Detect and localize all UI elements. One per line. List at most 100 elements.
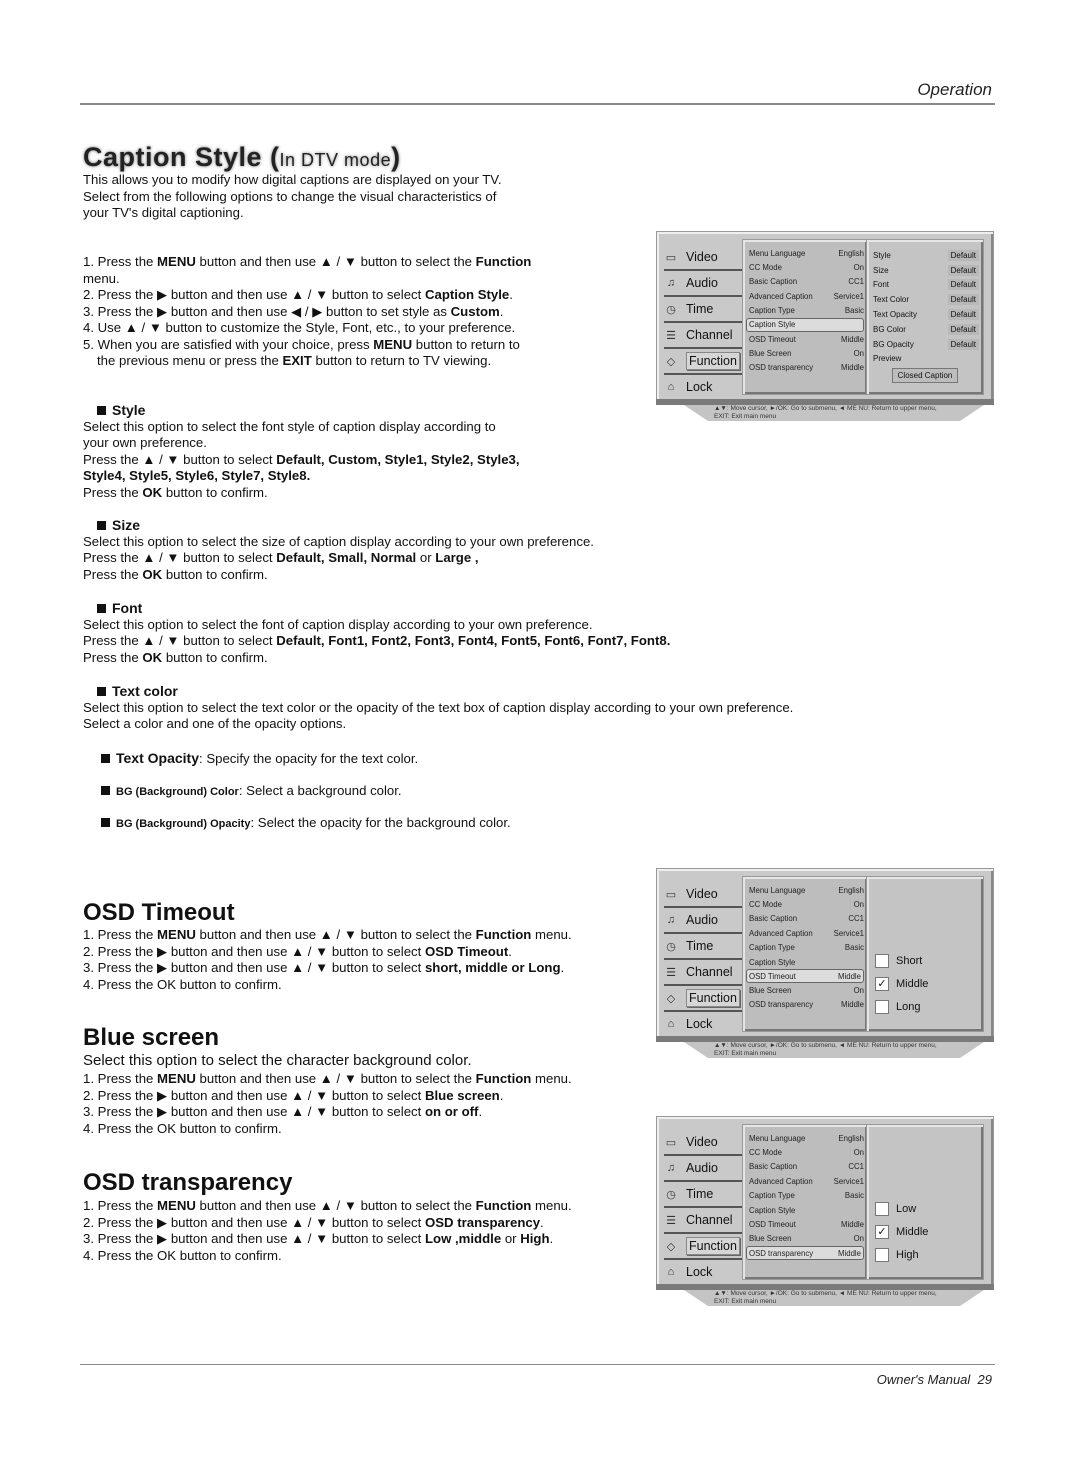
paren-close: ): [391, 142, 401, 172]
category-video[interactable]: ▭ Video: [664, 245, 744, 271]
option-short[interactable]: Short: [867, 949, 983, 972]
bullet-square-icon: [101, 786, 110, 795]
step-bold: Function: [475, 927, 532, 942]
step-bold: Blue screen: [424, 1087, 500, 1103]
caption-prop[interactable]: Font Default: [867, 278, 983, 293]
submenu-item[interactable]: OSD Timeout Middle: [743, 332, 867, 346]
option-label: Low: [896, 1202, 917, 1215]
submenu-item[interactable]: Advanced Caption Service1: [743, 1174, 867, 1188]
option-high[interactable]: High: [867, 1243, 983, 1266]
submenu-item[interactable]: CC Mode On: [743, 897, 867, 911]
submenu-item[interactable]: Basic Caption CC1: [743, 275, 867, 289]
music-note-icon: ♫: [666, 914, 676, 926]
checkbox-checked-icon[interactable]: ✓: [875, 976, 889, 991]
item-label: Menu Language: [749, 248, 806, 258]
category-time[interactable]: ◷ Time: [664, 297, 744, 323]
category-function[interactable]: ◇ Function: [664, 986, 744, 1012]
category-video[interactable]: ▭ Video: [664, 882, 744, 908]
step-text: 4. Press the OK button to confirm.: [83, 1120, 282, 1136]
submenu-item[interactable]: Advanced Caption Service1: [743, 289, 867, 303]
submenu-item[interactable]: OSD Timeout Middle: [743, 1217, 867, 1231]
caption-prop[interactable]: Style Default: [867, 248, 983, 263]
item-value: On: [853, 1148, 864, 1158]
submenu-item[interactable]: Caption Style: [743, 1203, 867, 1217]
checkbox-checked-icon[interactable]: ✓: [875, 1224, 889, 1239]
submenu-item[interactable]: Menu Language English: [743, 246, 867, 260]
category-channel[interactable]: ☰ Channel: [664, 960, 744, 986]
submenu-item[interactable]: Caption Type Basic: [743, 1189, 867, 1203]
option-middle[interactable]: ✓ Middle: [867, 972, 983, 995]
submenu-item[interactable]: OSD transparency Middle: [746, 1246, 864, 1261]
submenu-item[interactable]: Menu Language English: [743, 883, 867, 897]
bullet-square-icon: [97, 521, 106, 530]
caption-prop[interactable]: BG Color Default: [867, 322, 983, 337]
desc-line: Select a color and one of the opacity op…: [83, 716, 347, 731]
checkbox[interactable]: [875, 1247, 889, 1262]
submenu-item[interactable]: Caption Style: [746, 317, 864, 332]
option-low[interactable]: Low: [867, 1197, 983, 1220]
item-value: Service1: [833, 291, 864, 301]
submenu-item[interactable]: OSD transparency Middle: [743, 998, 867, 1012]
caption-prop[interactable]: Text Color Default: [867, 292, 983, 307]
submenu-item[interactable]: Advanced Caption Service1: [743, 926, 867, 940]
category-time[interactable]: ◷ Time: [664, 934, 744, 960]
step-text: .: [549, 1231, 554, 1246]
category-function[interactable]: ◇ Function: [664, 349, 744, 375]
category-channel[interactable]: ☰ Channel: [664, 1208, 744, 1234]
checkbox[interactable]: [875, 1201, 889, 1216]
submenu-item[interactable]: CC Mode On: [743, 260, 867, 274]
step-bold: OSD transparency: [424, 1214, 541, 1230]
submenu-item[interactable]: OSD transparency Middle: [743, 361, 867, 375]
submenu-item[interactable]: Menu Language English: [743, 1131, 867, 1145]
step-text: button and then use ▲ / ▼ button to sele…: [195, 254, 476, 269]
category-audio[interactable]: ♫ Audio: [664, 1156, 744, 1182]
checkbox[interactable]: [875, 999, 889, 1014]
submenu-item[interactable]: Caption Type Basic: [743, 941, 867, 955]
category-video[interactable]: ▭ Video: [664, 1130, 744, 1156]
item-value: English: [838, 1133, 864, 1143]
submenu-item[interactable]: Blue Screen On: [743, 983, 867, 997]
caption-prop[interactable]: BG Opacity Default: [867, 337, 983, 352]
submenu-item[interactable]: Basic Caption CC1: [743, 1160, 867, 1174]
checkbox[interactable]: [875, 953, 889, 968]
submenu-item[interactable]: OSD Timeout Middle: [746, 969, 864, 984]
step-text: button and then use ▲ / ▼ button to sele…: [195, 1071, 476, 1086]
category-lock[interactable]: ⌂ Lock: [664, 375, 744, 399]
intro-line: This allows you to modify how digital ca…: [83, 172, 502, 187]
osd-bottom-bar: [656, 1036, 994, 1042]
prop-value: Default: [947, 338, 979, 350]
item-value: Basic: [844, 943, 864, 953]
category-lock[interactable]: ⌂ Lock: [664, 1012, 744, 1036]
desc-line: Press the ▲ / ▼ button to select Default…: [83, 633, 670, 650]
category-function[interactable]: ◇ Function: [664, 1234, 744, 1260]
category-audio[interactable]: ♫ Audio: [664, 271, 744, 297]
submenu-item[interactable]: Caption Type Basic: [743, 304, 867, 318]
step-line: 2. Press the ▶ button and then use ▲ / ▼…: [83, 1215, 572, 1232]
option-long[interactable]: Long: [867, 995, 983, 1018]
submenu-item[interactable]: Basic Caption CC1: [743, 912, 867, 926]
osd-transparency-title: OSD transparency: [83, 1169, 293, 1196]
category-audio[interactable]: ♫ Audio: [664, 908, 744, 934]
submenu-item[interactable]: CC Mode On: [743, 1145, 867, 1159]
caption-prop[interactable]: Size Default: [867, 263, 983, 278]
blue-screen-title: Blue screen: [83, 1024, 220, 1051]
submenu-item[interactable]: Caption Style: [743, 955, 867, 969]
item-value: Middle: [841, 363, 864, 373]
caption-prop[interactable]: Preview: [867, 352, 983, 367]
category-label: Audio: [686, 1161, 718, 1175]
closed-caption-preview-button[interactable]: Closed Caption: [892, 368, 958, 384]
prop-label: BG Color: [873, 324, 906, 334]
desc-line: Press the OK button to confirm.: [83, 567, 594, 584]
submenu-item[interactable]: Blue Screen On: [743, 1232, 867, 1246]
caption-prop[interactable]: Text Opacity Default: [867, 307, 983, 322]
option-middle[interactable]: ✓ Middle: [867, 1220, 983, 1243]
text-opacity-option: Text Opacity: Specify the opacity for th…: [87, 750, 418, 768]
help-line: EXIT: Exit main menu: [714, 1297, 777, 1305]
category-channel[interactable]: ☰ Channel: [664, 323, 744, 349]
category-lock[interactable]: ⌂ Lock: [664, 1260, 744, 1284]
category-label: Time: [686, 302, 714, 316]
step-line: 1. Press the MENU button and then use ▲ …: [83, 1071, 572, 1088]
submenu-item[interactable]: Blue Screen On: [743, 346, 867, 360]
category-time[interactable]: ◷ Time: [664, 1182, 744, 1208]
item-value: CC1: [848, 1162, 864, 1172]
